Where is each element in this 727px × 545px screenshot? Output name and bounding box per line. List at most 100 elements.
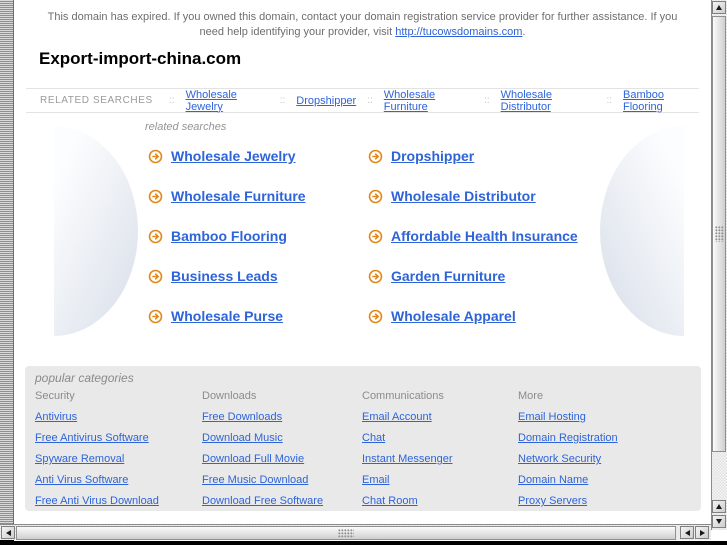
list-item: Wholesale Jewelry <box>148 147 296 165</box>
horizontal-scrollbar[interactable] <box>0 524 711 540</box>
vertical-scrollbar-thumb[interactable] <box>712 16 726 452</box>
scroll-up-button[interactable] <box>712 1 726 14</box>
right-arrow-icon <box>699 529 705 536</box>
scroll-down-button[interactable] <box>712 515 726 528</box>
arrow-circle-icon <box>148 269 163 284</box>
category-column-security: Security Antivirus Free Antivirus Softwa… <box>35 390 195 516</box>
related-link-affordable-health-insurance[interactable]: Affordable Health Insurance <box>391 228 578 244</box>
list-item: Wholesale Distributor <box>368 187 536 205</box>
bar-link-bamboo-flooring[interactable]: Bamboo Flooring <box>623 89 699 113</box>
category-link-download-full-movie[interactable]: Download Full Movie <box>202 453 362 465</box>
related-link-wholesale-apparel[interactable]: Wholesale Apparel <box>391 308 516 324</box>
arrow-circle-icon <box>368 189 383 204</box>
category-link-instant-messenger[interactable]: Instant Messenger <box>362 453 522 465</box>
category-link-chat-room[interactable]: Chat Room <box>362 495 522 507</box>
up-arrow-icon <box>716 5 722 10</box>
related-link-dropshipper[interactable]: Dropshipper <box>391 148 474 164</box>
separator: :: <box>484 95 490 106</box>
thumb-grip-dots <box>338 529 354 538</box>
vertical-scrollbar[interactable] <box>711 0 727 530</box>
notice-text: This domain has expired. If you owned th… <box>47 11 678 38</box>
related-link-garden-furniture[interactable]: Garden Furniture <box>391 268 505 284</box>
right-curve-decoration <box>600 126 684 336</box>
related-link-wholesale-furniture[interactable]: Wholesale Furniture <box>171 188 306 204</box>
category-link-download-free-software[interactable]: Download Free Software <box>202 495 362 507</box>
arrow-circle-icon <box>148 309 163 324</box>
category-link-download-music[interactable]: Download Music <box>202 432 362 444</box>
category-link-chat[interactable]: Chat <box>362 432 522 444</box>
up-arrow-icon <box>716 504 722 509</box>
related-link-wholesale-distributor[interactable]: Wholesale Distributor <box>391 188 536 204</box>
category-column-downloads: Downloads Free Downloads Download Music … <box>202 390 362 516</box>
list-item: Wholesale Apparel <box>368 307 516 325</box>
category-header: Security <box>35 390 75 402</box>
related-searches-bar: RELATED SEARCHES :: Wholesale Jewelry ::… <box>26 88 699 113</box>
bar-link-wholesale-jewelry[interactable]: Wholesale Jewelry <box>186 89 269 113</box>
category-link-anti-virus-software[interactable]: Anti Virus Software <box>35 474 195 486</box>
browser-page: This domain has expired. If you owned th… <box>14 0 711 541</box>
category-link-free-anti-virus-download[interactable]: Free Anti Virus Download <box>35 495 195 507</box>
category-header: Downloads <box>202 390 257 402</box>
scroll-left-button-right[interactable] <box>680 526 694 539</box>
notice-suffix: . <box>522 26 526 38</box>
page-title: Export-import-china.com <box>39 49 242 68</box>
related-link-wholesale-jewelry[interactable]: Wholesale Jewelry <box>171 148 296 164</box>
list-item: Dropshipper <box>368 147 474 165</box>
popular-categories-heading: popular categories <box>35 371 134 385</box>
category-link-email-account[interactable]: Email Account <box>362 411 522 423</box>
category-header: More <box>518 390 544 402</box>
scroll-left-button[interactable] <box>1 526 15 539</box>
separator: :: <box>169 95 175 106</box>
bar-link-wholesale-distributor[interactable]: Wholesale Distributor <box>501 89 596 113</box>
arrow-circle-icon <box>368 149 383 164</box>
scroll-right-button[interactable] <box>695 526 709 539</box>
category-link-network-security[interactable]: Network Security <box>518 453 678 465</box>
scrollbar-corner <box>711 530 727 541</box>
separator: :: <box>606 95 613 106</box>
left-arrow-icon <box>684 529 690 536</box>
arrow-circle-icon <box>148 189 163 204</box>
bar-link-dropshipper[interactable]: Dropshipper <box>296 95 356 107</box>
arrow-circle-icon <box>148 229 163 244</box>
arrow-circle-icon <box>368 229 383 244</box>
related-link-wholesale-purse[interactable]: Wholesale Purse <box>171 308 283 324</box>
horizontal-scrollbar-thumb[interactable] <box>16 526 676 540</box>
category-link-proxy-servers[interactable]: Proxy Servers <box>518 495 678 507</box>
related-link-business-leads[interactable]: Business Leads <box>171 268 278 284</box>
separator: :: <box>367 95 373 106</box>
list-item: Bamboo Flooring <box>148 227 287 245</box>
list-item: Wholesale Furniture <box>148 187 306 205</box>
category-link-antivirus[interactable]: Antivirus <box>35 411 195 423</box>
separator: :: <box>279 95 286 106</box>
category-link-free-music-download[interactable]: Free Music Download <box>202 474 362 486</box>
popular-categories-box: popular categories Security Antivirus Fr… <box>25 366 701 511</box>
category-column-more: More Email Hosting Domain Registration N… <box>518 390 678 516</box>
category-link-email[interactable]: Email <box>362 474 522 486</box>
category-link-spyware-removal[interactable]: Spyware Removal <box>35 453 195 465</box>
category-header: Communications <box>362 390 444 402</box>
related-searches-heading: related searches <box>145 121 227 133</box>
category-link-domain-registration[interactable]: Domain Registration <box>518 432 678 444</box>
list-item: Business Leads <box>148 267 278 285</box>
list-item: Affordable Health Insurance <box>368 227 578 245</box>
left-arrow-icon <box>5 529 11 536</box>
related-searches-bar-label: RELATED SEARCHES <box>40 95 153 106</box>
arrow-circle-icon <box>368 269 383 284</box>
related-link-bamboo-flooring[interactable]: Bamboo Flooring <box>171 228 287 244</box>
tucows-domains-link[interactable]: http://tucowsdomains.com <box>395 26 522 38</box>
down-arrow-icon <box>716 519 722 524</box>
domain-expired-notice: This domain has expired. If you owned th… <box>34 10 691 40</box>
category-link-free-antivirus-software[interactable]: Free Antivirus Software <box>35 432 195 444</box>
category-link-free-downloads[interactable]: Free Downloads <box>202 411 362 423</box>
bar-link-wholesale-furniture[interactable]: Wholesale Furniture <box>384 89 473 113</box>
scroll-up-button-bottom[interactable] <box>712 500 726 513</box>
category-link-domain-name[interactable]: Domain Name <box>518 474 678 486</box>
thumb-grip-dots <box>715 226 724 242</box>
arrow-circle-icon <box>368 309 383 324</box>
list-item: Garden Furniture <box>368 267 505 285</box>
window-edge-ribbed-handle <box>0 0 14 524</box>
category-link-email-hosting[interactable]: Email Hosting <box>518 411 678 423</box>
list-item: Wholesale Purse <box>148 307 283 325</box>
category-column-communications: Communications Email Account Chat Instan… <box>362 390 522 516</box>
arrow-circle-icon <box>148 149 163 164</box>
